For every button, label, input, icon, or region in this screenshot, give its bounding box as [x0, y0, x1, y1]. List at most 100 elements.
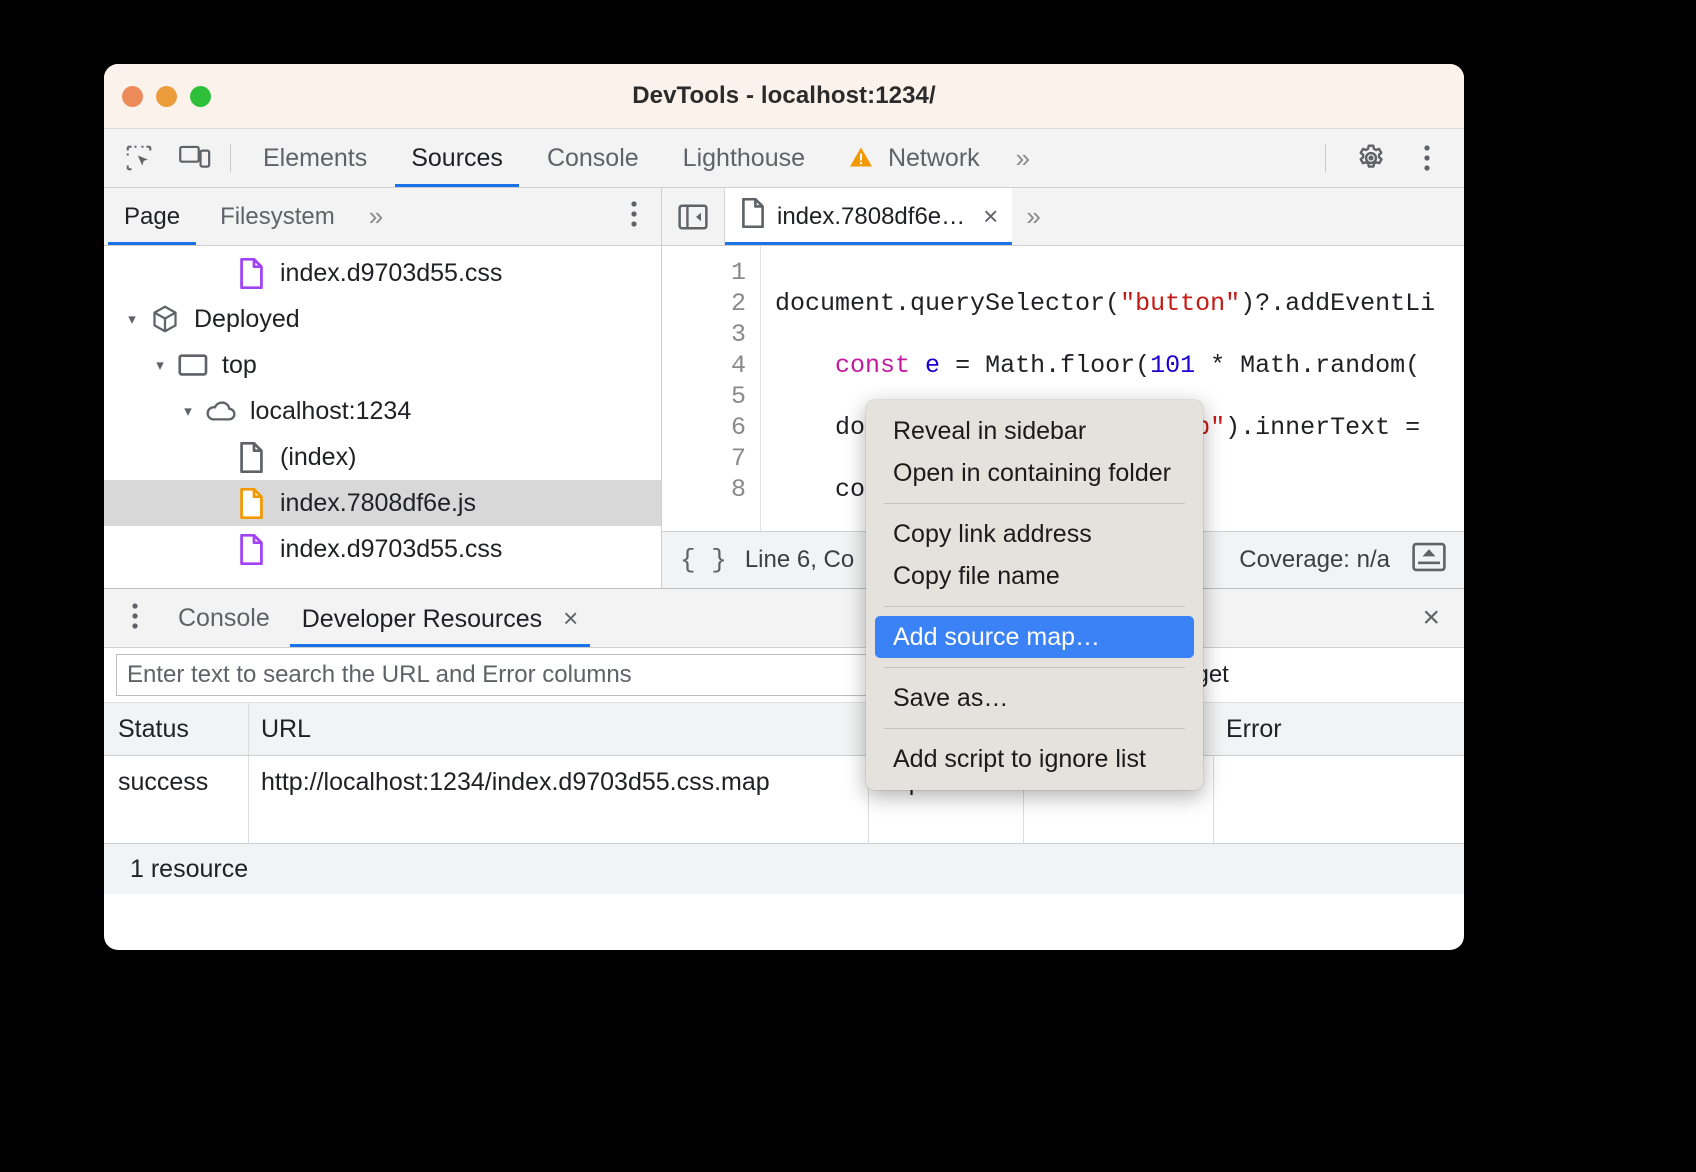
menu-separator: [884, 728, 1185, 729]
cloud-icon: [204, 399, 238, 423]
tree-item-label: (index): [280, 443, 356, 472]
menu-item-open-in-containing-folder[interactable]: Open in containing folder: [875, 452, 1194, 494]
cube-icon: [148, 304, 182, 334]
table-row[interactable]: success http://localhost:1234/index.d970…: [104, 756, 1464, 843]
chevron-down-icon[interactable]: ▾: [178, 402, 198, 420]
line-number: 2: [662, 288, 746, 319]
code-line-1: document.querySelector("button")?.addEve…: [775, 288, 1464, 319]
menu-item-add-script-to-ignore-list[interactable]: Add script to ignore list: [875, 738, 1194, 780]
editor-more-tabs-chevron-icon[interactable]: »: [1012, 201, 1054, 232]
menu-item-copy-link-address[interactable]: Copy link address: [875, 513, 1194, 555]
coverage-status: Coverage: n/a: [1239, 546, 1390, 574]
document-file-icon: [741, 198, 765, 235]
device-toolbar-icon[interactable]: [174, 141, 216, 175]
drawer-tab-console-label: Console: [178, 604, 270, 632]
chevron-down-icon[interactable]: ▾: [122, 310, 142, 328]
tab-network[interactable]: Network: [827, 129, 1002, 187]
frame-icon: [176, 353, 210, 377]
menu-separator: [884, 606, 1185, 607]
kebab-menu-icon[interactable]: [1406, 141, 1448, 175]
tree-item-index-css-top[interactable]: index.d9703d55.css: [104, 250, 661, 296]
tree-item-label: index.7808df6e.js: [280, 489, 476, 518]
toolbar-divider: [230, 144, 231, 172]
close-icon[interactable]: ×: [983, 201, 998, 232]
more-tabs-chevron-icon[interactable]: »: [1002, 143, 1044, 174]
column-header-url[interactable]: URL: [249, 703, 869, 755]
tab-lighthouse[interactable]: Lighthouse: [661, 129, 827, 187]
line-number: 3: [662, 319, 746, 350]
line-number: 8: [662, 474, 746, 505]
search-input[interactable]: [116, 654, 986, 696]
tab-sources-label: Sources: [411, 144, 503, 172]
document-file-icon: [234, 442, 268, 473]
table-header-row: Status URL Error: [104, 703, 1464, 756]
editor-tabbar: index.7808df6e… × »: [662, 188, 1464, 246]
navigator-kebab-menu-icon[interactable]: [629, 199, 661, 234]
inspect-element-icon[interactable]: [118, 141, 160, 175]
chevron-down-icon[interactable]: ▾: [150, 356, 170, 374]
drawer-tab-developer-resources[interactable]: Developer Resources ×: [286, 589, 595, 647]
editor-tab-label: index.7808df6e…: [777, 203, 965, 231]
line-number: 7: [662, 443, 746, 474]
tab-console-label: Console: [547, 144, 639, 172]
window-title: DevTools - localhost:1234/: [104, 82, 1464, 110]
js-file-icon: [234, 488, 268, 519]
line-number: 4: [662, 350, 746, 381]
cursor-position: Line 6, Co: [745, 546, 854, 574]
tab-console[interactable]: Console: [525, 129, 661, 187]
tree-item-index-js[interactable]: index.7808df6e.js: [104, 480, 661, 526]
pretty-print-icon[interactable]: { }: [680, 545, 727, 575]
tree-item-deployed[interactable]: ▾ Deployed: [104, 296, 661, 342]
code-line-2: const e = Math.floor(101 * Math.random(: [775, 350, 1464, 381]
file-tree: index.d9703d55.css ▾ Deployed: [104, 246, 661, 588]
nav-tab-filesystem-label: Filesystem: [220, 203, 335, 230]
drawer-tabbar: Console Developer Resources × ×: [104, 589, 1464, 648]
line-number-gutter: 1 2 3 4 5 6 7 8: [662, 246, 761, 531]
tree-item-label: localhost:1234: [250, 397, 411, 426]
main-toolbar: Elements Sources Console Lighthouse: [104, 129, 1464, 188]
css-file-icon: [234, 258, 268, 289]
collapse-sidebar-icon[interactable]: [662, 188, 725, 245]
tree-item-label: index.d9703d55.css: [280, 259, 502, 288]
drawer-kebab-menu-icon[interactable]: [104, 601, 162, 636]
window-titlebar: DevTools - localhost:1234/: [104, 64, 1464, 129]
tab-lighthouse-label: Lighthouse: [683, 144, 805, 172]
warning-triangle-icon: [849, 131, 873, 189]
developer-resources-toolbar: ading through target: [104, 648, 1464, 703]
column-header-error[interactable]: Error: [1214, 703, 1464, 755]
close-icon[interactable]: ×: [563, 603, 578, 633]
menu-item-save-as[interactable]: Save as…: [875, 677, 1194, 719]
menu-item-add-source-map[interactable]: Add source map…: [875, 616, 1194, 658]
resource-count-footer: 1 resource: [104, 843, 1464, 894]
css-file-icon: [234, 534, 268, 565]
gear-icon[interactable]: [1350, 141, 1392, 175]
tab-network-label: Network: [888, 144, 980, 172]
line-number: 6: [662, 412, 746, 443]
tab-elements-label: Elements: [263, 144, 367, 172]
tree-item-top[interactable]: ▾ top: [104, 342, 661, 388]
menu-item-copy-file-name[interactable]: Copy file name: [875, 555, 1194, 597]
navigator-pane: Page Filesystem »: [104, 188, 662, 588]
drawer-tab-console[interactable]: Console: [162, 589, 286, 647]
popout-panel-icon[interactable]: [1412, 542, 1446, 579]
cell-error: [1214, 756, 1464, 843]
drawer-close-icon[interactable]: ×: [1422, 601, 1464, 635]
tab-elements[interactable]: Elements: [241, 129, 389, 187]
editor-tab-index-js[interactable]: index.7808df6e… ×: [725, 188, 1012, 245]
column-header-status[interactable]: Status: [104, 703, 249, 755]
main-toolbar-actions: [1311, 141, 1464, 175]
tab-sources[interactable]: Sources: [389, 129, 525, 187]
tree-item-index-css[interactable]: index.d9703d55.css: [104, 526, 661, 572]
nav-more-tabs-chevron-icon[interactable]: »: [355, 201, 397, 232]
line-number: 5: [662, 381, 746, 412]
tree-item-label: Deployed: [194, 305, 300, 334]
tree-item-label: index.d9703d55.css: [280, 535, 502, 564]
tree-item-localhost[interactable]: ▾ localhost:1234: [104, 388, 661, 434]
drawer-tab-developer-resources-label: Developer Resources: [302, 605, 542, 633]
menu-separator: [884, 667, 1185, 668]
nav-tab-page[interactable]: Page: [104, 188, 200, 245]
developer-resources-table: Status URL Error success http://localhos…: [104, 703, 1464, 843]
tree-item-index[interactable]: (index): [104, 434, 661, 480]
nav-tab-filesystem[interactable]: Filesystem: [200, 188, 355, 245]
menu-item-reveal-in-sidebar[interactable]: Reveal in sidebar: [875, 410, 1194, 452]
